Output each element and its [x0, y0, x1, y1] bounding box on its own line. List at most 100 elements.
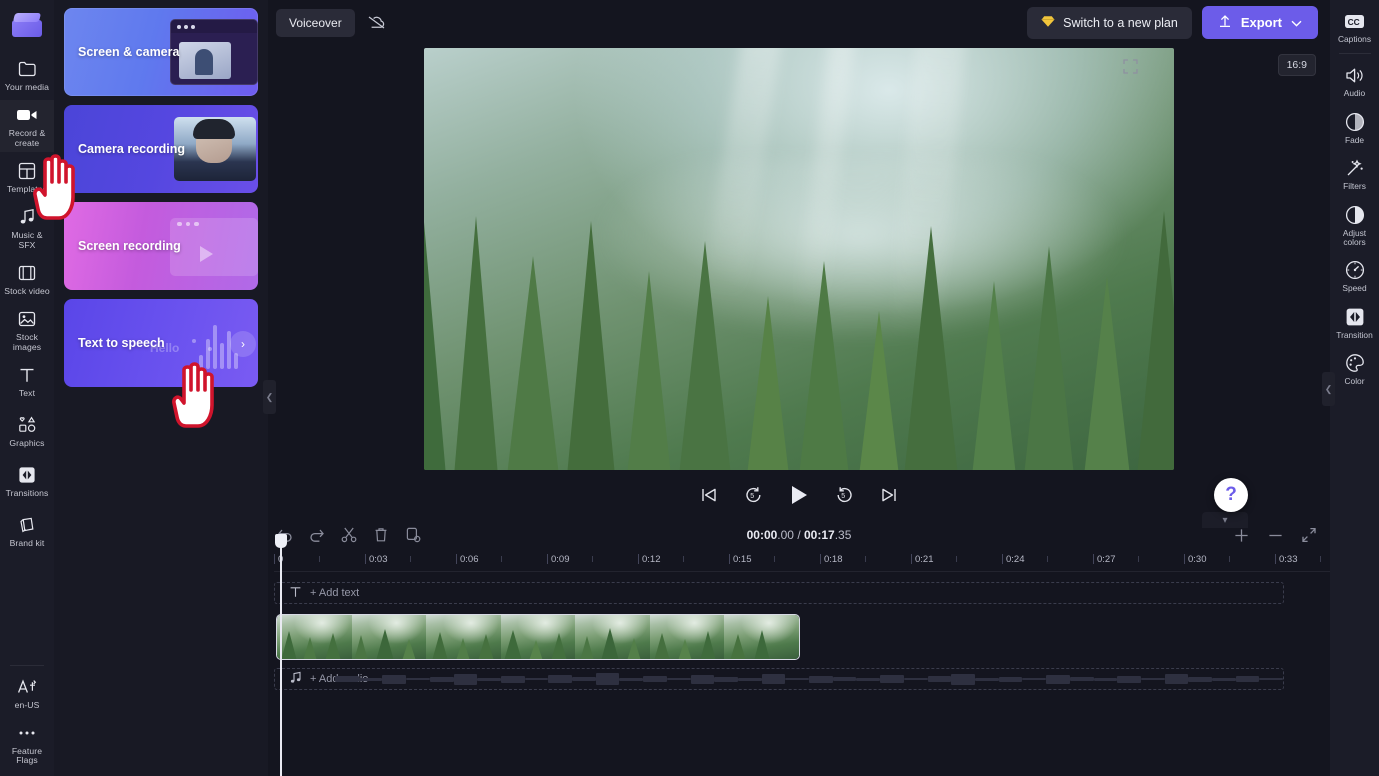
record-and-create-panel: Screen & camera Camera recording Screen … — [54, 0, 276, 776]
fullscreen-button[interactable] — [1123, 59, 1138, 79]
text-t-icon — [16, 365, 38, 385]
export-button[interactable]: Export — [1201, 6, 1318, 39]
timeline-ruler[interactable]: 0 0:03 0:06 0:09 0:12 0:15 0:18 — [274, 550, 1330, 572]
text-track[interactable]: + Add text — [274, 582, 1284, 604]
sidebar-item-label: Your media — [4, 81, 50, 92]
skip-start-icon[interactable] — [700, 487, 718, 503]
card-label: Screen recording — [78, 239, 181, 253]
add-text-label: + Add text — [310, 587, 360, 599]
right-item-speed[interactable]: Speed — [1330, 253, 1379, 299]
export-label: Export — [1240, 15, 1282, 30]
clip-frame — [649, 615, 725, 659]
total-time: 00:17 — [804, 528, 835, 542]
upload-arrow-icon — [1218, 14, 1232, 31]
magic-wand-icon — [1344, 158, 1366, 178]
film-strip-icon — [16, 263, 38, 283]
sidebar-item-label: Stock video — [4, 286, 50, 297]
sidebar-item-brand-kit[interactable]: Brand kit — [0, 507, 54, 557]
sidebar-item-stock-images[interactable]: Stock images — [0, 304, 54, 356]
redo-icon[interactable] — [308, 526, 326, 544]
duplicate-icon[interactable] — [404, 526, 422, 544]
sidebar-item-stock-video[interactable]: Stock video — [0, 254, 54, 304]
svg-text:5: 5 — [750, 493, 754, 500]
collapse-left-panel-button[interactable]: ❮ — [263, 380, 276, 414]
sidebar-item-language[interactable]: en-US — [0, 668, 54, 718]
sidebar-item-music-sfx[interactable]: Music & SFX — [0, 202, 54, 254]
sidebar-item-graphics[interactable]: Graphics — [0, 407, 54, 457]
right-item-color[interactable]: Color — [1330, 346, 1379, 392]
sidebar-item-transitions[interactable]: Transitions — [0, 457, 54, 507]
audio-track[interactable]: + Add audio — [274, 668, 1284, 690]
play-icon[interactable] — [789, 484, 809, 506]
template-grid-icon — [16, 161, 38, 181]
trash-icon[interactable] — [372, 526, 390, 544]
right-item-filters[interactable]: Filters — [1330, 151, 1379, 197]
fit-to-screen-icon[interactable] — [1300, 526, 1318, 544]
sidebar-item-label: Templates — [6, 183, 48, 194]
card-screen-and-camera[interactable]: Screen & camera — [64, 8, 258, 96]
right-item-audio[interactable]: Audio — [1330, 58, 1379, 104]
timeline: 00:00.00 / 00:17.35 0:03 0:06 0:09 0:12 … — [268, 520, 1330, 776]
plus-icon[interactable] — [1232, 526, 1250, 544]
sidebar-item-your-media[interactable]: Your media — [0, 50, 54, 100]
card-text-to-speech[interactable]: Text to speech Hello › — [64, 299, 258, 387]
sidebar-item-label: Music & SFX — [11, 230, 43, 250]
ellipsis-icon — [16, 723, 38, 743]
brand-kit-icon — [16, 515, 38, 535]
video-camera-icon — [16, 105, 38, 125]
image-icon — [16, 309, 38, 329]
scissors-icon[interactable] — [340, 526, 358, 544]
forward-5-icon[interactable]: 5 — [835, 486, 854, 504]
aspect-ratio-badge[interactable]: 16:9 — [1277, 54, 1316, 76]
collapse-timeline-button[interactable]: ▾ — [1202, 512, 1248, 528]
ruler-label: 0:30 — [1188, 554, 1207, 565]
right-item-label: Color — [1344, 376, 1365, 387]
right-item-label: Filters — [1343, 181, 1366, 192]
skip-end-icon[interactable] — [880, 487, 898, 503]
collapse-right-panel-button[interactable]: ❮ — [1322, 372, 1335, 406]
clip-frame — [426, 615, 501, 659]
rewind-5-icon[interactable]: 5 — [744, 486, 763, 504]
ruler-label: 0:12 — [642, 554, 661, 565]
sidebar-item-record-create[interactable]: Record & create — [0, 100, 54, 153]
card-screen-recording[interactable]: Screen recording — [64, 202, 258, 290]
card-label: Camera recording — [78, 142, 185, 156]
app-logo[interactable] — [0, 0, 54, 50]
svg-text:5: 5 — [841, 493, 845, 500]
sidebar-item-label: Brand kit — [9, 538, 45, 549]
music-note-icon — [289, 671, 302, 687]
switch-plan-button[interactable]: Switch to a new plan — [1027, 6, 1192, 39]
playhead[interactable] — [275, 534, 287, 776]
video-preview[interactable] — [424, 48, 1174, 470]
left-sidebar: Your media Record & create Templates Mus… — [0, 0, 54, 776]
chevron-right-icon[interactable]: › — [230, 331, 256, 357]
ruler-label: 0:33 — [1279, 554, 1298, 565]
video-clip[interactable] — [276, 614, 800, 660]
right-item-label: Fade — [1344, 134, 1365, 145]
right-item-adjust-colors[interactable]: Adjust colors — [1330, 198, 1379, 254]
sidebar-item-text[interactable]: Text — [0, 357, 54, 407]
right-item-transition[interactable]: Transition — [1330, 300, 1379, 346]
preview-trees — [424, 48, 1174, 470]
diamond-icon — [1041, 15, 1055, 31]
sidebar-item-label: en-US — [14, 699, 40, 710]
minus-icon[interactable] — [1266, 526, 1284, 544]
clip-frame — [500, 615, 576, 659]
voiceover-button[interactable]: Voiceover — [276, 8, 355, 37]
text-to-speech-thumb: Hello › — [150, 299, 258, 387]
right-item-captions[interactable]: CC Captions — [1330, 4, 1379, 50]
speedometer-icon — [1344, 260, 1366, 280]
sidebar-item-templates[interactable]: Templates — [0, 152, 54, 202]
cloud-off-icon[interactable] — [365, 11, 389, 35]
right-item-fade[interactable]: Fade — [1330, 105, 1379, 151]
current-time: 00:00 — [746, 528, 778, 542]
cc-icon: CC — [1344, 11, 1366, 31]
svg-text:CC: CC — [1348, 17, 1360, 27]
help-button[interactable]: ? — [1214, 478, 1248, 512]
chevron-down-icon — [1291, 15, 1302, 30]
right-rail-divider — [1338, 53, 1371, 55]
music-note-icon — [16, 207, 38, 227]
sidebar-item-feature-flags[interactable]: Feature Flags — [0, 718, 54, 770]
fade-circle-icon — [1344, 112, 1366, 132]
card-camera-recording[interactable]: Camera recording — [64, 105, 258, 193]
